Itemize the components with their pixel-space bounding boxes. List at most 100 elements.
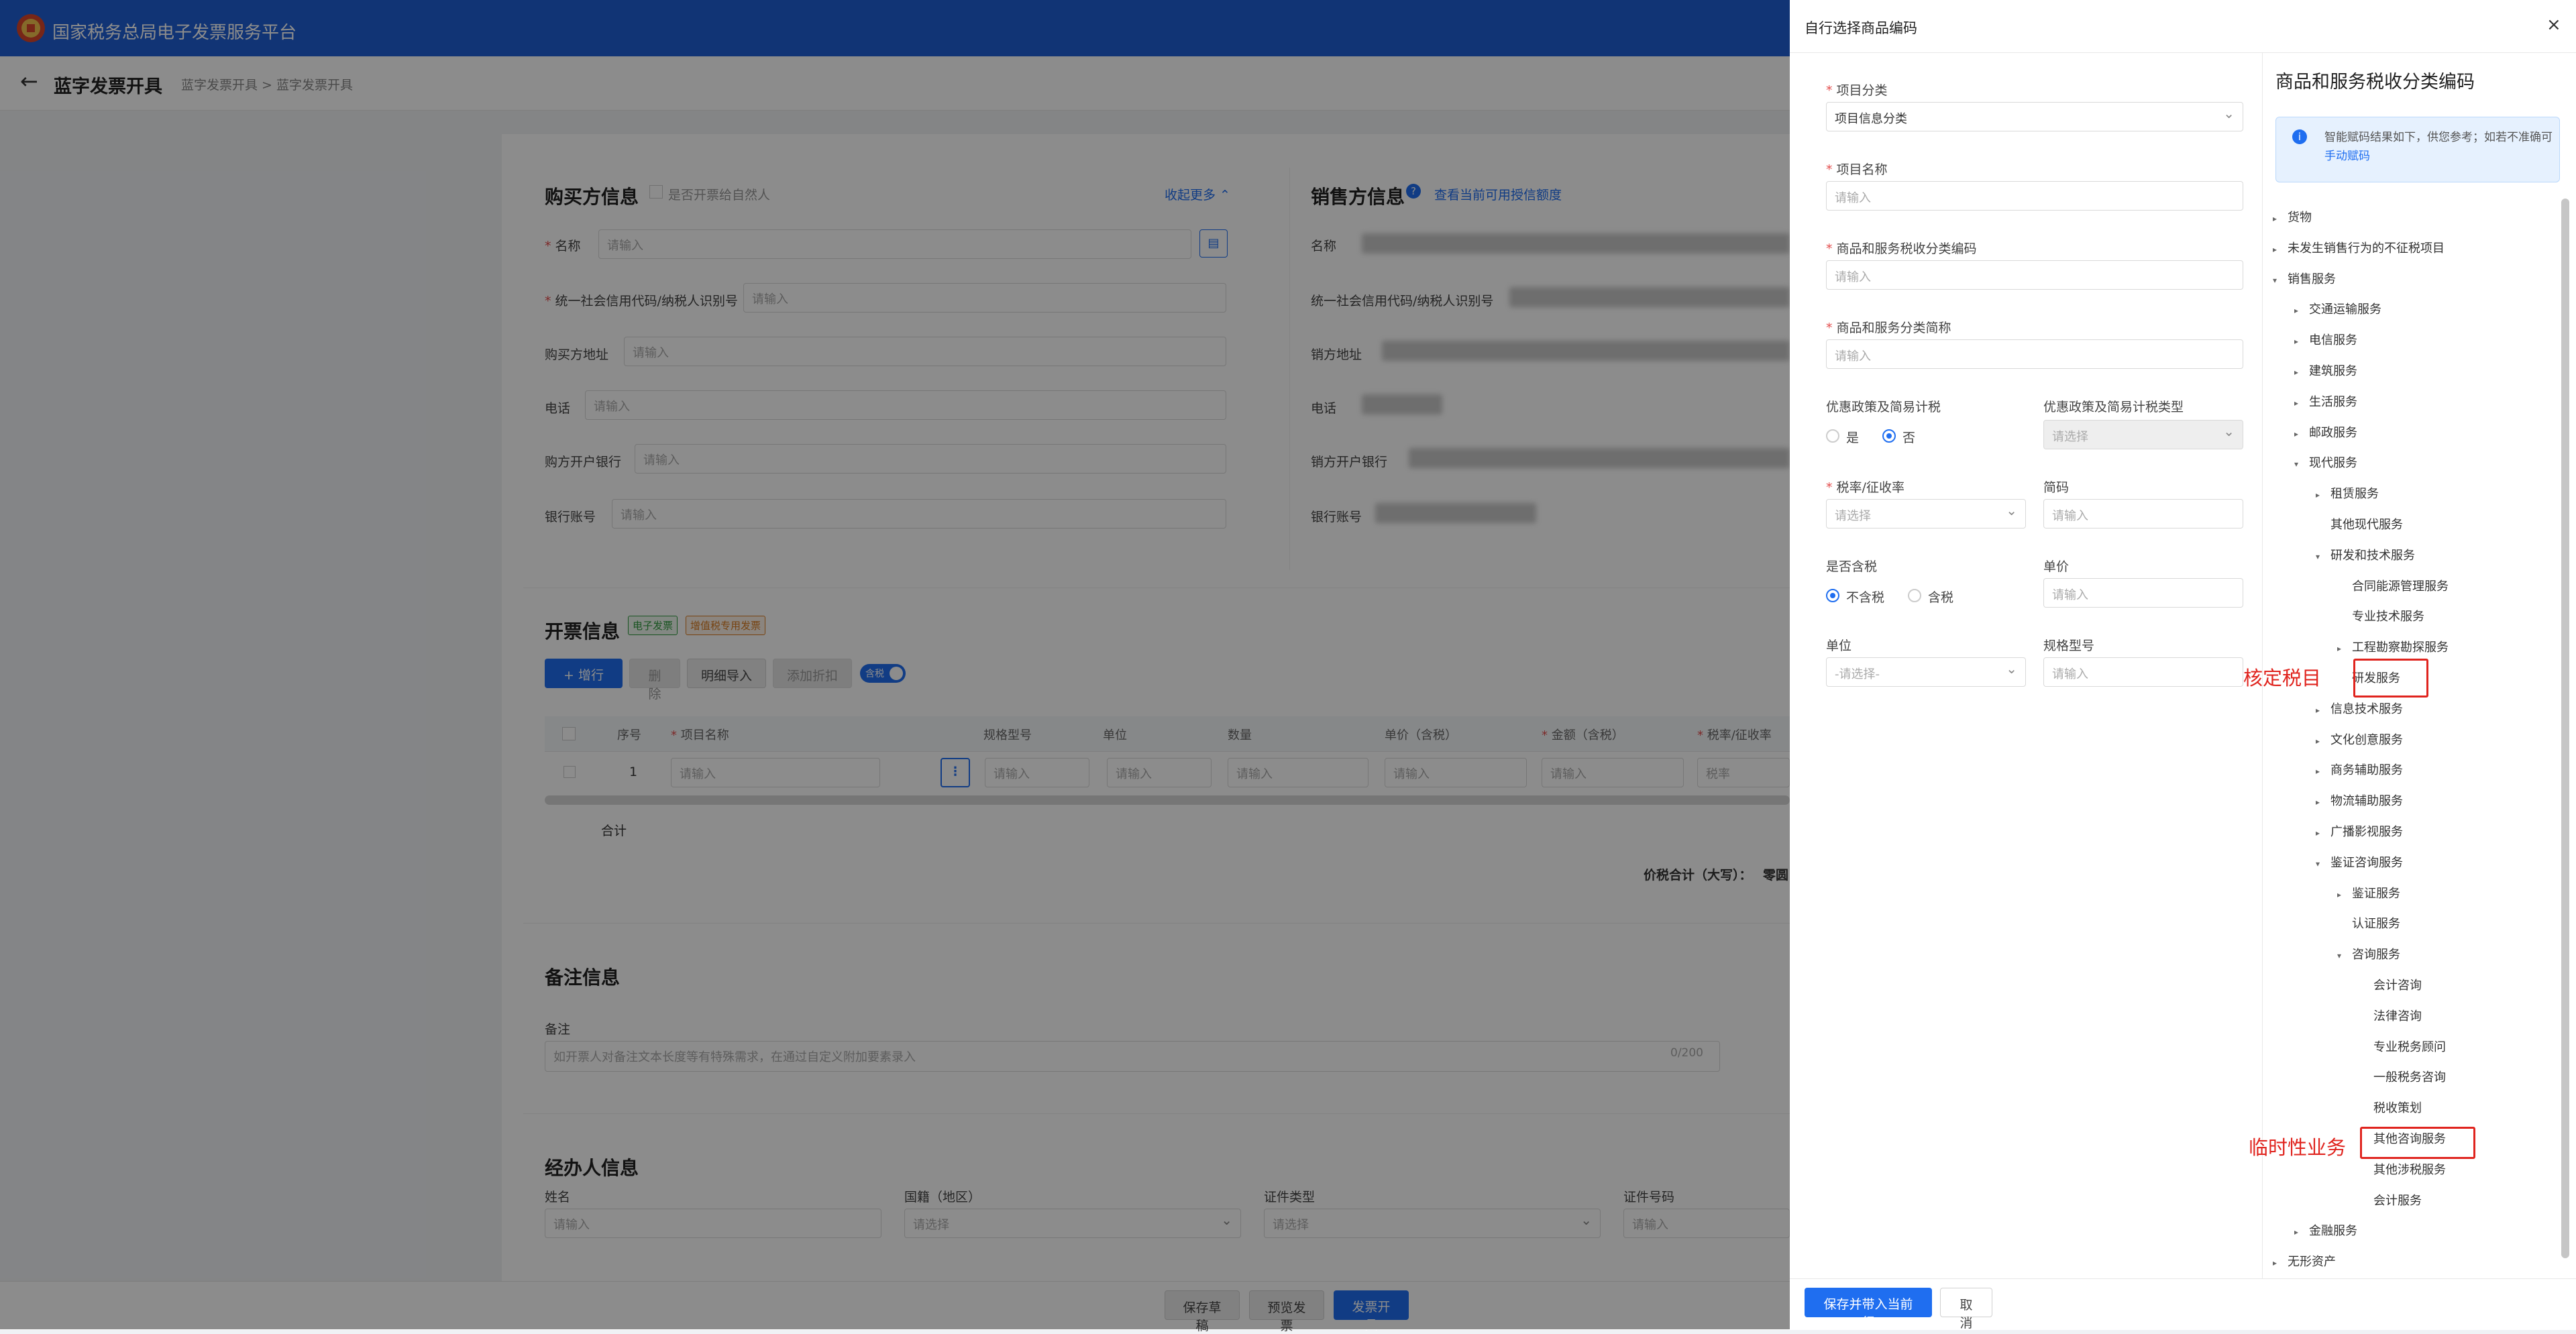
caret-right-icon[interactable]: ▸	[2316, 736, 2330, 746]
caret-right-icon[interactable]: ▸	[2316, 767, 2330, 776]
tree-node[interactable]: 认证服务	[2337, 914, 2400, 932]
caret-down-icon[interactable]: ▾	[2316, 552, 2330, 561]
category-select[interactable]: 项目信息分类	[1826, 102, 2243, 131]
save-and-apply-button[interactable]: 保存并带入当前行	[1805, 1288, 1932, 1330]
tree-node[interactable]: ▸ 鉴证服务	[2337, 884, 2400, 901]
tree-node[interactable]: ▸ 货物	[2273, 208, 2312, 225]
tree-node-label: 研发和技术服务	[2330, 548, 2415, 563]
tree-node-label: 鉴证服务	[2352, 886, 2400, 901]
tree-node[interactable]: ▸ 文化创意服务	[2316, 730, 2403, 748]
caret-right-icon[interactable]: ▸	[2294, 1227, 2309, 1237]
unit-price-input[interactable]: 请输入	[2043, 578, 2243, 608]
tree-scrollbar[interactable]	[2561, 199, 2569, 1258]
close-icon[interactable]: ×	[2546, 15, 2561, 35]
tax-code-label: 商品和服务税收分类编码	[1826, 239, 1977, 257]
tree-node[interactable]: ▸ 物流辅助服务	[2316, 791, 2403, 809]
tree-node[interactable]: ▸ 金融服务	[2294, 1221, 2357, 1239]
pref-yes-radio[interactable]	[1826, 429, 1839, 443]
tree-node-label: 专业税务顾问	[2373, 1040, 2446, 1054]
tax-excl-radio[interactable]	[1826, 589, 1839, 602]
tree-node[interactable]: 会计咨询	[2359, 976, 2422, 993]
tax-code-input[interactable]: 请输入	[1826, 260, 2243, 290]
caret-right-icon[interactable]: ▸	[2294, 398, 2309, 408]
tax-rate-label: 税率/征收率	[1826, 478, 1904, 496]
caret-right-icon[interactable]: ▸	[2294, 306, 2309, 315]
tax-short-name-input[interactable]: 请输入	[1826, 339, 2243, 369]
tree-node[interactable]: 专业税务顾问	[2359, 1038, 2446, 1055]
tree-node-label: 未发生销售行为的不征税项目	[2288, 241, 2445, 256]
tree-node[interactable]: ▾ 研发和技术服务	[2316, 546, 2415, 563]
tree-node-label: 认证服务	[2352, 917, 2400, 932]
caret-right-icon[interactable]: ▸	[2294, 368, 2309, 377]
caret-right-icon[interactable]: ▸	[2316, 706, 2330, 715]
tree-node-label: 咨询服务	[2352, 948, 2400, 962]
tree-node[interactable]: ▸ 建筑服务	[2294, 362, 2357, 379]
tree-node[interactable]: ▸ 未发生销售行为的不征税项目	[2273, 239, 2445, 256]
tree-node[interactable]: 会计服务	[2359, 1191, 2422, 1209]
pref-no-radio[interactable]	[1882, 429, 1896, 443]
pref-yes-label: 是	[1846, 431, 1860, 445]
tree-node-label: 文化创意服务	[2330, 732, 2403, 747]
annotation-temp: 临时性业务	[2249, 1136, 2347, 1159]
tree-node[interactable]: ▸ 信息技术服务	[2316, 700, 2403, 717]
tree-title: 商品和服务税收分类编码	[2275, 72, 2475, 93]
tree-node[interactable]: 合同能源管理服务	[2337, 577, 2449, 594]
tree-node-label: 会计服务	[2373, 1193, 2422, 1208]
caret-right-icon[interactable]: ▸	[2337, 890, 2352, 899]
caret-right-icon[interactable]: ▸	[2316, 828, 2330, 838]
caret-down-icon[interactable]: ▾	[2294, 459, 2309, 469]
category-label: 项目分类	[1826, 80, 1888, 99]
tree-node[interactable]: ▾ 现代服务	[2294, 453, 2357, 471]
tax-incl-radio[interactable]	[1908, 589, 1921, 602]
tree-node[interactable]: ▸ 无形资产	[2273, 1252, 2336, 1270]
tree-node[interactable]: ▾ 咨询服务	[2337, 945, 2400, 962]
modal-mask[interactable]	[0, 0, 1790, 1329]
tree-node[interactable]: ▸ 工程勘察勘探服务	[2337, 638, 2449, 655]
spec-label: 规格型号	[2043, 638, 2095, 653]
tree-node-label: 生活服务	[2309, 394, 2357, 409]
caret-right-icon[interactable]: ▸	[2273, 1258, 2288, 1268]
preferential-policy-label: 优惠政策及简易计税	[1826, 400, 1941, 414]
tree-node-label: 销售服务	[2288, 272, 2336, 286]
info-icon: i	[2292, 129, 2307, 144]
caret-right-icon[interactable]: ▸	[2337, 644, 2352, 653]
tree-node[interactable]: ▸ 电信服务	[2294, 331, 2357, 348]
tree-node[interactable]: 其他涉税服务	[2359, 1160, 2446, 1178]
short-code-input[interactable]: 请输入	[2043, 499, 2243, 529]
drawer-title: 自行选择商品编码	[1805, 20, 1917, 36]
tax-rate-select[interactable]: 请选择	[1826, 499, 2026, 529]
cancel-button[interactable]: 取消	[1940, 1288, 1992, 1331]
tree-node[interactable]: 其他现代服务	[2316, 515, 2403, 533]
tree-node[interactable]: ▸ 租赁服务	[2316, 484, 2379, 502]
caret-down-icon[interactable]: ▾	[2337, 951, 2352, 960]
item-name-input[interactable]: 请输入	[1826, 181, 2243, 211]
tree-node-label: 专业技术服务	[2352, 610, 2424, 624]
caret-right-icon[interactable]: ▸	[2273, 245, 2288, 254]
tree-node[interactable]: ▸ 生活服务	[2294, 392, 2357, 410]
tree-node[interactable]: ▸ 交通运输服务	[2294, 300, 2381, 317]
caret-down-icon[interactable]: ▾	[2273, 276, 2288, 285]
tree-node[interactable]: 一般税务咨询	[2359, 1068, 2446, 1085]
tree-node-label: 其他涉税服务	[2373, 1162, 2446, 1177]
tree-node[interactable]: 专业技术服务	[2337, 607, 2424, 624]
caret-right-icon[interactable]: ▸	[2294, 337, 2309, 346]
tree-node[interactable]: ▸ 邮政服务	[2294, 423, 2357, 441]
tree-node-label: 物流辅助服务	[2330, 794, 2403, 809]
caret-right-icon[interactable]: ▸	[2316, 490, 2330, 500]
caret-right-icon[interactable]: ▸	[2316, 797, 2330, 807]
highlight-box-temp	[2360, 1127, 2475, 1159]
info-text: 智能赋码结果如下，供您参考；如若不准确可手动赋码	[2324, 131, 2553, 163]
tree-node[interactable]: 税收策划	[2359, 1099, 2422, 1116]
tree-node[interactable]: ▾ 销售服务	[2273, 270, 2336, 287]
tree-node[interactable]: 法律咨询	[2359, 1007, 2422, 1024]
caret-right-icon[interactable]: ▸	[2294, 429, 2309, 439]
spec-input[interactable]: 请输入	[2043, 657, 2243, 687]
tree-node[interactable]: ▸ 广播影视服务	[2316, 822, 2403, 840]
tree-node[interactable]: ▾ 鉴证咨询服务	[2316, 853, 2403, 871]
caret-down-icon[interactable]: ▾	[2316, 859, 2330, 869]
caret-right-icon[interactable]: ▸	[2273, 214, 2288, 223]
tree-node[interactable]: ▸ 商务辅助服务	[2316, 761, 2403, 778]
unit-select[interactable]: -请选择-	[1826, 657, 2026, 687]
tree-node-label: 商务辅助服务	[2330, 763, 2403, 778]
manual-code-link[interactable]: 手动赋码	[2324, 150, 2370, 163]
